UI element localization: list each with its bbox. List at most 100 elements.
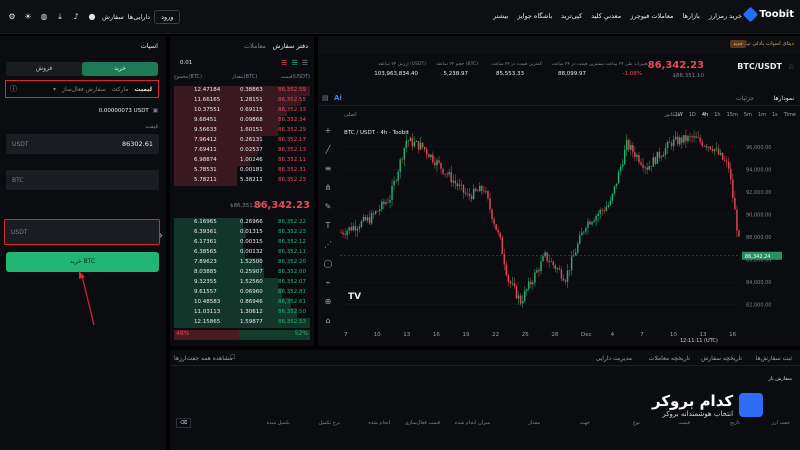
cancel-all-button[interactable]: ⌫	[176, 418, 192, 428]
order-type-market[interactable]: مارکت	[112, 86, 129, 93]
candle-body	[352, 226, 354, 231]
gear-icon[interactable]: ⚙	[6, 11, 18, 23]
ask-row[interactable]: 7.96412 0.26131 86,352.17	[174, 136, 310, 146]
candle-body	[350, 227, 352, 231]
candle-body	[479, 185, 481, 192]
ai-icon[interactable]: Ai	[334, 94, 342, 102]
bid-row[interactable]: 9.32355 1.52560 86,352.07	[174, 278, 310, 288]
interval-option[interactable]: 1D	[689, 112, 696, 118]
sell-tab[interactable]: فروش	[6, 62, 82, 76]
user-icon[interactable]: ●	[86, 11, 98, 23]
ask-row[interactable]: 9.56633 1.60151 86,352.29	[174, 126, 310, 136]
bid-row[interactable]: 10.48583 0.86946 86,352.61	[174, 298, 310, 308]
ask-row[interactable]: 10.37551 0.69115 86,352.33	[174, 106, 310, 116]
candle-body	[699, 137, 701, 142]
tab-order-book[interactable]: دفتر سفارش	[273, 42, 308, 50]
crosshair-icon[interactable]: +	[325, 126, 332, 135]
tab-trades[interactable]: معاملات	[244, 42, 266, 50]
bid-row[interactable]: 12.15865 1.59877 86,352.53	[174, 318, 310, 328]
ask-row[interactable]: 5.78531 0.00181 86,352.31	[174, 166, 310, 176]
login-button[interactable]: ورود	[154, 10, 181, 24]
interval-option[interactable]: 1h	[714, 112, 720, 118]
candle-body	[391, 185, 393, 200]
high-label: بیشترین قیمت در ۲۴ ساعت	[551, 62, 604, 67]
candle-body	[366, 217, 369, 221]
download-icon[interactable]: ⤓	[54, 11, 66, 23]
text-icon[interactable]: T	[326, 221, 331, 230]
bid-row[interactable]: 6.16965 0.26966 86,352.22	[174, 218, 310, 228]
layout-icon[interactable]: ▤	[322, 94, 329, 102]
menu-item[interactable]: بازارها	[683, 12, 700, 20]
trendline-icon[interactable]: ╱	[326, 145, 331, 154]
interval-option[interactable]: 1W	[675, 112, 683, 118]
ticker-symbol[interactable]: BTC/USDT	[737, 62, 782, 71]
total-input[interactable]: USDT	[4, 219, 160, 245]
bid-row[interactable]: 6.17361 0.00315 86,352.12	[174, 238, 310, 248]
ruler-icon[interactable]: ⌁	[326, 278, 331, 287]
view-select[interactable]: اصلی	[344, 112, 357, 118]
menu-item[interactable]: باشگاه جوایز	[517, 12, 552, 20]
candle-body	[358, 227, 361, 229]
menu-item[interactable]: معاملات فیوچرز	[630, 12, 673, 20]
bids-only-icon[interactable]: ☰	[291, 59, 297, 67]
zoom-icon[interactable]: ⊕	[325, 297, 332, 306]
horizontal-lines-icon[interactable]: ≡	[325, 164, 332, 173]
interval-option[interactable]: 5m	[744, 112, 752, 118]
bid-row[interactable]: 8.03885 0.25907 86,352.00	[174, 268, 310, 278]
candle-body	[413, 141, 416, 147]
bell-icon[interactable]: ♪	[70, 11, 82, 23]
price-input[interactable]: USDT 86302.61	[6, 134, 159, 154]
header-link-assets[interactable]: دارایی‌ها	[128, 13, 150, 21]
buy-tab[interactable]: خرید	[82, 62, 158, 76]
interval-option[interactable]: Time	[784, 112, 796, 118]
menu-item[interactable]: معدنیِ کلید	[591, 12, 621, 20]
candle-body	[677, 136, 679, 145]
candle-body	[597, 213, 599, 216]
logo[interactable]: Toobit	[743, 6, 794, 23]
star-icon[interactable]: ☆	[788, 63, 794, 71]
interval-option[interactable]: 4h	[702, 112, 708, 118]
brush-icon[interactable]: ✎	[325, 202, 332, 211]
interval-option[interactable]: 1s	[772, 112, 778, 118]
candle-body	[497, 230, 499, 233]
both-sides-icon[interactable]: ☰	[302, 59, 308, 67]
candlestick-chart[interactable]: 96,000.00 94,000.00 92,000.00 90,000.00 88,0…	[340, 124, 798, 344]
menu-item[interactable]: بیشتر	[493, 12, 508, 20]
interval-option[interactable]: 15m	[727, 112, 738, 118]
tab-charts[interactable]: نمودارها	[774, 95, 794, 102]
candle-body	[370, 213, 373, 224]
candle-body	[709, 146, 712, 150]
amount-input[interactable]: BTC	[6, 170, 159, 190]
candle-body	[432, 154, 434, 163]
ask-row[interactable]: 12.47184 0.38863 86,352.59	[174, 86, 310, 96]
circle-icon[interactable]: ◯	[324, 259, 333, 268]
lock-icon[interactable]: ⌂	[325, 316, 330, 325]
bid-row[interactable]: 9.61557 0.06960 86,352.81	[174, 288, 310, 298]
candle-body	[470, 196, 473, 200]
menu-item[interactable]: کپی‌ترید	[561, 12, 582, 20]
ask-row[interactable]: 9.68451 0.09868 86,352.34	[174, 116, 310, 126]
bid-row[interactable]: 7.89623 1.52500 86,352.20	[174, 258, 310, 268]
order-type-limit[interactable]: لیمیت	[134, 86, 152, 93]
bid-row[interactable]: 11.03113 1.30612 86,352.50	[174, 308, 310, 318]
sun-icon[interactable]: ☀	[22, 11, 34, 23]
interval-option[interactable]: 1m	[758, 112, 766, 118]
ask-row[interactable]: 5.78211 5.38211 86,352.23	[174, 176, 310, 186]
menu-item[interactable]: خرید رمزارز	[709, 12, 742, 20]
ask-row[interactable]: 11.66165 1.28151 86,352.55	[174, 96, 310, 106]
fork-icon[interactable]: ⋔	[325, 183, 332, 192]
candle-body	[491, 209, 493, 220]
banner-text[interactable]: دیتای اسپات بادلی تیکت	[739, 41, 794, 47]
precision-select[interactable]: 0.01	[180, 60, 192, 66]
buy-btc-button[interactable]: خرید BTC	[6, 252, 159, 272]
globe-icon[interactable]: ◍	[38, 11, 50, 23]
header-link-orders[interactable]: سفارش	[102, 13, 124, 21]
bid-row[interactable]: 6.39361 0.01315 86,352.23	[174, 228, 310, 238]
bid-row[interactable]: 6.38565 0.00132 86,352.11	[174, 248, 310, 258]
asks-only-icon[interactable]: ☰	[281, 59, 287, 67]
pattern-icon[interactable]: ⋰	[324, 240, 332, 249]
ask-row[interactable]: 6.98874 1.00246 86,352.11	[174, 156, 310, 166]
ask-row[interactable]: 7.69411 0.02537 86,352.13	[174, 146, 310, 156]
tab-details[interactable]: جزئیات	[736, 95, 754, 102]
order-type-trigger[interactable]: سفارش فعال‌ساز	[62, 86, 106, 93]
